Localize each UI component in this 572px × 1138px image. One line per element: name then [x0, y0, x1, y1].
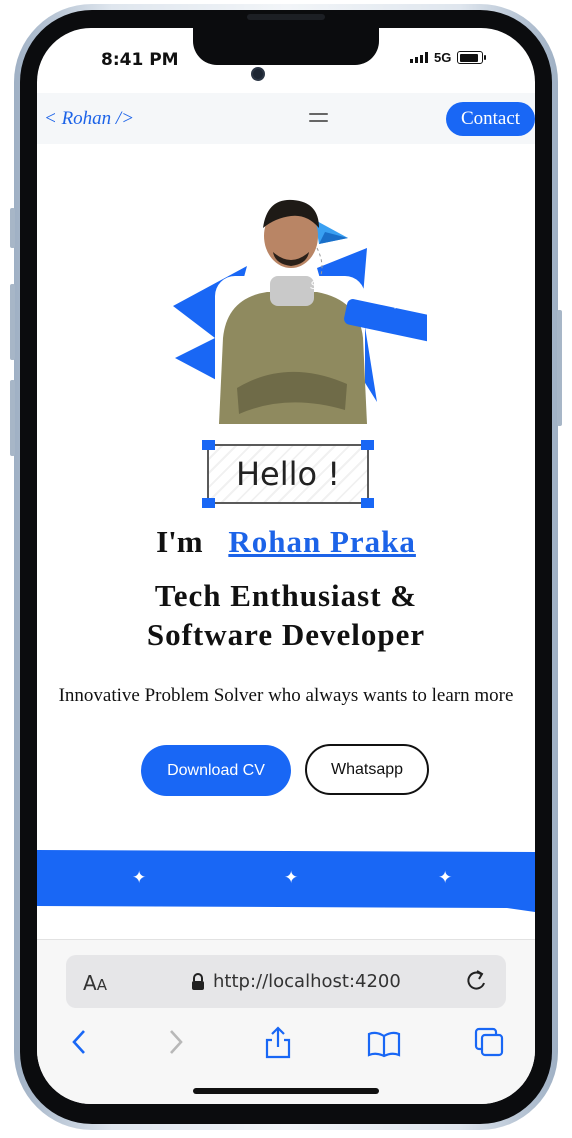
download-cv-button[interactable]: Download CV	[141, 745, 291, 796]
intro-prefix: I'm	[156, 524, 203, 559]
sparkle-icon: ✦	[132, 868, 147, 887]
front-camera	[251, 67, 265, 81]
sparkle-icon: ✦	[284, 868, 299, 887]
share-icon[interactable]	[263, 1025, 293, 1059]
selection-handle	[361, 440, 374, 450]
whatsapp-button[interactable]: Whatsapp	[305, 744, 429, 795]
hello-text: Hello !	[235, 455, 341, 493]
hello-box: Hello !	[202, 440, 374, 508]
role-line-2: Software Developer	[146, 617, 426, 652]
status-time: 8:41 PM	[101, 50, 179, 70]
role-heading: Tech Enthusiast & Software Developer	[37, 576, 535, 654]
battery-icon	[457, 51, 487, 64]
site-navbar: < Rohan /> Contact	[37, 93, 535, 144]
selection-handle	[361, 498, 374, 508]
speaker-grille	[247, 14, 325, 20]
back-icon[interactable]	[70, 1028, 88, 1056]
person-photo	[215, 199, 367, 426]
sparkle-icon: ✦	[438, 868, 453, 887]
network-label: 5G	[434, 50, 452, 65]
contact-button[interactable]: Contact	[446, 102, 535, 136]
hamburger-menu-icon[interactable]	[309, 113, 328, 125]
signal-icon	[410, 52, 428, 63]
status-indicators: 5G	[410, 50, 487, 65]
url-text[interactable]: http://localhost:4200	[213, 971, 401, 992]
forward-icon[interactable]	[167, 1028, 185, 1056]
address-bar[interactable]: AA http://localhost:4200	[66, 955, 506, 1008]
text-size-icon[interactable]: AA	[83, 971, 107, 995]
volume-down-button	[10, 380, 15, 456]
brand-logo[interactable]: < Rohan />	[44, 108, 134, 130]
selection-handle	[202, 498, 215, 508]
bookmarks-icon[interactable]	[367, 1030, 401, 1058]
power-button	[557, 310, 562, 426]
mute-switch	[10, 208, 15, 248]
tagline: Innovative Problem Solver who always wan…	[58, 685, 514, 706]
screen: 8:41 PM 5G < Rohan /> Contact Software D…	[37, 28, 535, 1104]
reload-icon[interactable]	[464, 968, 488, 994]
intro-heading: I'm Rohan Praka	[37, 524, 535, 560]
typed-name: Rohan Praka	[228, 524, 416, 559]
volume-up-button	[10, 284, 15, 360]
tabs-icon[interactable]	[473, 1026, 505, 1058]
browser-bottom-bar: AA http://localhost:4200	[37, 939, 535, 1104]
home-indicator	[193, 1088, 379, 1094]
selection-handle	[202, 440, 215, 450]
lock-icon	[192, 973, 204, 990]
role-line-1: Tech Enthusiast &	[154, 578, 418, 613]
notch	[193, 28, 379, 65]
